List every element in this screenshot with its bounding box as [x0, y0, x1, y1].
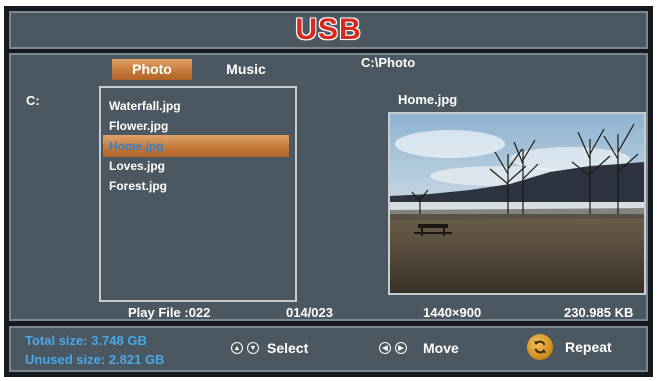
repeat-icon	[527, 334, 553, 360]
file-index: 014/023	[286, 305, 333, 320]
footer-bar: Total size: 3.748 GB Unused size: 2.821 …	[9, 326, 648, 372]
up-arrow-icon: ▲	[231, 342, 243, 354]
repeat-button[interactable]: Repeat	[527, 334, 612, 360]
total-size: Total size: 3.748 GB	[25, 333, 147, 348]
file-item-forest[interactable]: Forest.jpg	[103, 175, 289, 197]
image-resolution: 1440×900	[423, 305, 482, 320]
drive-label: C:	[26, 93, 40, 108]
move-label: Move	[423, 340, 459, 356]
move-hint: ◀ ▶ Move	[379, 340, 459, 356]
file-item-loves[interactable]: Loves.jpg	[103, 155, 289, 177]
header-bar: USB	[9, 11, 648, 49]
file-item-waterfall[interactable]: Waterfall.jpg	[103, 95, 289, 117]
tab-music[interactable]: Music	[206, 59, 286, 80]
landscape-photo	[390, 114, 644, 293]
photo-preview	[388, 112, 646, 295]
main-panel: Photo Music C:\Photo C: Waterfall.jpg Fl…	[9, 53, 648, 321]
left-arrow-icon: ◀	[379, 342, 391, 354]
down-arrow-icon: ▼	[247, 342, 259, 354]
select-label: Select	[267, 340, 309, 356]
select-hint: ▲ ▼ Select	[231, 340, 308, 356]
repeat-label: Repeat	[565, 339, 612, 355]
usb-logo: USB	[295, 13, 362, 46]
play-file-count: Play File :022	[128, 305, 211, 320]
unused-size: Unused size: 2.821 GB	[25, 352, 165, 367]
right-arrow-icon: ▶	[395, 342, 407, 354]
preview-title: Home.jpg	[398, 92, 458, 107]
file-item-home[interactable]: Home.jpg	[103, 135, 289, 157]
tab-photo[interactable]: Photo	[112, 59, 192, 80]
file-item-flower[interactable]: Flower.jpg	[103, 115, 289, 137]
file-size: 230.985 KB	[564, 305, 634, 320]
file-list: Waterfall.jpg Flower.jpg Home.jpg Loves.…	[99, 86, 297, 302]
current-path: C:\Photo	[361, 55, 416, 70]
